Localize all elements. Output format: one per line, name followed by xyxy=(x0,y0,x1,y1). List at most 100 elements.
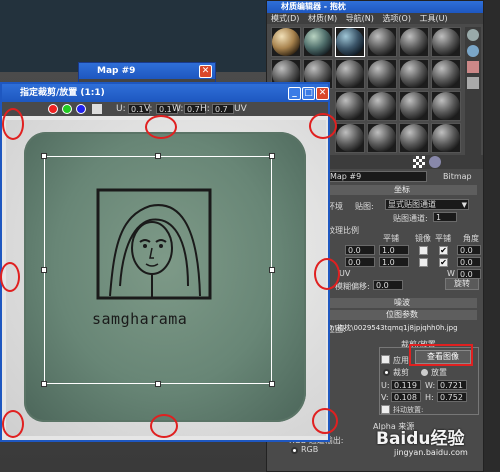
show-map-icon[interactable] xyxy=(429,156,441,168)
sample-slot[interactable] xyxy=(367,123,397,153)
crop-handle-bm[interactable] xyxy=(155,381,161,387)
rgb-radio[interactable] xyxy=(291,447,298,454)
tile-u-checkbox[interactable]: ✔ xyxy=(439,246,448,255)
crop-handle-bl[interactable] xyxy=(41,381,47,387)
annotation-circle xyxy=(150,414,178,438)
place-label: 放置 xyxy=(431,368,447,377)
menu-mode[interactable]: 模式(D) xyxy=(271,14,299,23)
noise-rollout-header[interactable]: 噪波 xyxy=(327,298,477,308)
sample-slot[interactable] xyxy=(431,27,461,57)
place-radio[interactable] xyxy=(421,369,428,376)
maximize-button[interactable]: □ xyxy=(302,87,315,100)
material-editor-title: 材质编辑器 - 抱枕 xyxy=(281,2,346,11)
sample-slot[interactable] xyxy=(399,59,429,89)
checker-icon[interactable] xyxy=(413,156,425,168)
angle-v-field[interactable]: 0.0 xyxy=(457,257,481,267)
alpha-channel-button[interactable] xyxy=(92,104,102,114)
green-channel-button[interactable] xyxy=(62,104,72,114)
crop-h-field[interactable]: 0.752 xyxy=(437,392,467,402)
sample-slot[interactable] xyxy=(399,91,429,121)
bitmap-path-button[interactable]: D:\抱枕\0029543tqmq1j8jpjqhh0h.jpg xyxy=(327,323,479,334)
menu-options[interactable]: 选项(O) xyxy=(382,14,411,23)
coordinates-rollout-header[interactable]: 坐标 xyxy=(327,185,477,195)
right-side-panel xyxy=(484,0,500,472)
background-icon[interactable] xyxy=(467,61,479,73)
crop-region[interactable] xyxy=(44,156,272,384)
sample-slot[interactable] xyxy=(367,27,397,57)
sample-slot[interactable] xyxy=(335,91,365,121)
menu-navigation[interactable]: 导航(N) xyxy=(346,14,374,23)
blur-offset-label: 模糊偏移: xyxy=(335,282,370,291)
sample-slot[interactable] xyxy=(367,59,397,89)
w-label: W: xyxy=(172,104,184,114)
crop-v-field[interactable]: 0.108 xyxy=(391,392,421,402)
sample-slot[interactable] xyxy=(431,91,461,121)
bitmap-params-rollout-header[interactable]: 位图参数 xyxy=(327,310,477,320)
close-button[interactable]: ✕ xyxy=(316,87,329,100)
crop-handle-tl[interactable] xyxy=(41,153,47,159)
crop-u-field[interactable]: 0.119 xyxy=(391,380,421,390)
crop-w-field[interactable]: 0.721 xyxy=(437,380,467,390)
crop-w-label: W: xyxy=(425,381,436,390)
map-channel-field[interactable]: 1 xyxy=(433,212,457,222)
bitmap-preview[interactable]: samgharama xyxy=(6,120,326,436)
options-icon[interactable] xyxy=(467,77,479,89)
sample-slot[interactable] xyxy=(271,27,301,57)
rotate-button[interactable]: 旋转 xyxy=(445,278,479,290)
h-field[interactable]: 0.7 xyxy=(212,104,234,114)
mirror-u-checkbox[interactable] xyxy=(419,246,428,255)
red-channel-button[interactable] xyxy=(48,104,58,114)
watermark: Baidu经验 jingyan.baidu.com xyxy=(376,424,486,464)
crop-window-titlebar: 指定裁剪/放置 (1:1) _ □ ✕ xyxy=(2,84,329,102)
offset-u-field[interactable]: 0.0 xyxy=(345,245,375,255)
uv-label: UV xyxy=(234,104,247,114)
mirror-v-checkbox[interactable] xyxy=(419,258,428,267)
tiling-v-field[interactable]: 1.0 xyxy=(379,257,409,267)
side-toolbar xyxy=(465,27,481,157)
jitter-checkbox[interactable] xyxy=(381,405,390,414)
sample-slot[interactable] xyxy=(335,123,365,153)
crop-radio[interactable] xyxy=(383,369,390,376)
crop-handle-tm[interactable] xyxy=(155,153,161,159)
watermark-text: Baidu经验 xyxy=(376,429,465,449)
annotation-circle xyxy=(2,410,24,438)
blur-offset-field[interactable]: 0.0 xyxy=(373,280,403,290)
blue-channel-button[interactable] xyxy=(76,104,86,114)
h-label: H: xyxy=(200,104,210,114)
map-name-row: Map #9 Bitmap xyxy=(327,171,483,183)
sample-slot[interactable] xyxy=(399,123,429,153)
map-type-label[interactable]: Bitmap xyxy=(443,172,472,181)
u-label: U: xyxy=(116,104,126,114)
offset-v-field[interactable]: 0.0 xyxy=(345,257,375,267)
minimize-button[interactable]: _ xyxy=(288,87,301,100)
sample-slot[interactable] xyxy=(431,59,461,89)
tile-header: 平铺 xyxy=(435,234,451,243)
crop-label: 裁剪 xyxy=(393,368,409,377)
sample-slot[interactable] xyxy=(367,91,397,121)
crop-handle-ml[interactable] xyxy=(41,267,47,273)
crop-v-label: V: xyxy=(381,393,389,402)
tiling-u-field[interactable]: 1.0 xyxy=(379,245,409,255)
sample-slot-active[interactable] xyxy=(335,27,365,57)
sample-slot[interactable] xyxy=(303,27,333,57)
angle-u-field[interactable]: 0.0 xyxy=(457,245,481,255)
map-name-field[interactable]: Map #9 xyxy=(327,171,427,182)
crop-handle-mr[interactable] xyxy=(269,267,275,273)
v-label: V: xyxy=(144,104,153,114)
crop-handle-tr[interactable] xyxy=(269,153,275,159)
menu-tools[interactable]: 工具(U) xyxy=(420,14,448,23)
sample-slot[interactable] xyxy=(335,59,365,89)
sample-slot[interactable] xyxy=(431,123,461,153)
menu-material[interactable]: 材质(M) xyxy=(308,14,337,23)
map-window-close-button[interactable]: ✕ xyxy=(199,65,212,78)
sample-type-icon[interactable] xyxy=(467,29,479,41)
crop-handle-br[interactable] xyxy=(269,381,275,387)
apply-checkbox[interactable] xyxy=(381,355,390,364)
backlight-icon[interactable] xyxy=(467,45,479,57)
sample-slot[interactable] xyxy=(399,27,429,57)
tile-v-checkbox[interactable]: ✔ xyxy=(439,258,448,267)
mapping-label: 贴图: xyxy=(355,202,374,211)
annotation-circle xyxy=(312,408,338,434)
mapping-dropdown[interactable]: 显式贴图通道 ▼ xyxy=(385,199,469,210)
chevron-down-icon: ▼ xyxy=(461,201,467,209)
